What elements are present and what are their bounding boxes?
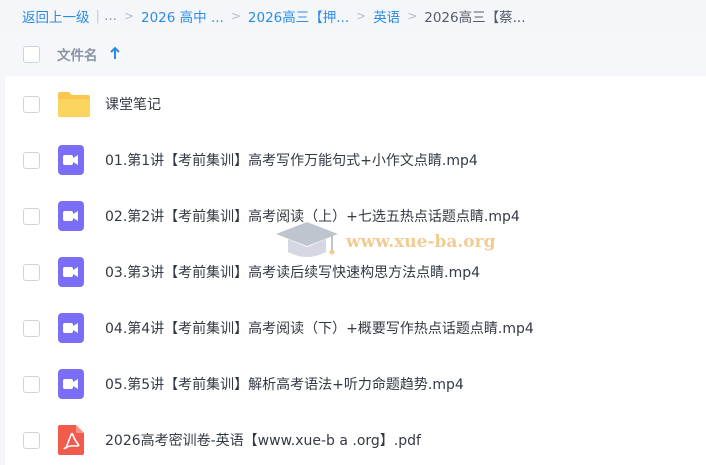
video-file-icon <box>58 145 84 175</box>
breadcrumb-back-link[interactable]: 返回上一级 <box>22 6 90 26</box>
list-item[interactable]: 04.第4讲【考前集训】高考阅读（下）+概要写作热点话题点睛.mp4 <box>5 300 706 356</box>
file-name[interactable]: 04.第4讲【考前集训】高考阅读（下）+概要写作热点话题点睛.mp4 <box>105 318 534 338</box>
file-name[interactable]: 课堂笔记 <box>105 94 161 114</box>
row-checkbox[interactable] <box>23 375 40 393</box>
list-item[interactable]: 01.第1讲【考前集训】高考写作万能句式+小作文点睛.mp4 <box>5 132 706 188</box>
file-list: 文件名 课堂笔记 01.第1讲【考前集训】高考写作万能句式+小作文点睛.mp4 <box>5 32 706 465</box>
breadcrumb-item[interactable]: 英语 <box>373 6 400 26</box>
row-checkbox[interactable] <box>23 263 40 281</box>
select-all-checkbox[interactable] <box>23 45 40 63</box>
row-checkbox[interactable] <box>23 431 40 449</box>
sort-ascending-icon[interactable] <box>109 46 121 62</box>
breadcrumb-item[interactable]: 2026高三【押... <box>248 6 349 26</box>
list-item[interactable]: 05.第5讲【考前集训】解析高考语法+听力命题趋势.mp4 <box>5 356 706 412</box>
list-item[interactable]: 02.第2讲【考前集训】高考阅读（上）+七选五热点话题点睛.mp4 <box>5 188 706 244</box>
chevron-right-icon: > <box>230 9 241 23</box>
video-file-icon <box>58 257 84 287</box>
row-checkbox[interactable] <box>23 95 40 113</box>
list-item[interactable]: 03.第3讲【考前集训】高考读后续写快速构思方法点睛.mp4 <box>5 244 706 300</box>
file-name[interactable]: 2026高考密训卷-英语【www.xue-b a .org】.pdf <box>105 430 421 450</box>
breadcrumb: 返回上一级 | ... > 2026 高中 ... > 2026高三【押... … <box>0 0 706 32</box>
breadcrumb-divider: | <box>95 8 101 24</box>
row-checkbox[interactable] <box>23 207 40 225</box>
chevron-right-icon: > <box>356 9 367 23</box>
column-header-filename[interactable]: 文件名 <box>57 44 98 64</box>
row-checkbox[interactable] <box>23 319 40 337</box>
breadcrumb-current: 2026高三【蔡... <box>424 10 526 26</box>
video-file-icon <box>58 201 84 231</box>
file-name[interactable]: 01.第1讲【考前集训】高考写作万能句式+小作文点睛.mp4 <box>105 150 478 170</box>
file-name[interactable]: 02.第2讲【考前集训】高考阅读（上）+七选五热点话题点睛.mp4 <box>105 206 520 226</box>
chevron-right-icon: > <box>407 9 418 23</box>
row-checkbox[interactable] <box>23 151 40 169</box>
file-name[interactable]: 03.第3讲【考前集训】高考读后续写快速构思方法点睛.mp4 <box>105 262 480 282</box>
breadcrumb-item[interactable]: 2026 高中 ... <box>141 6 224 26</box>
folder-icon <box>58 92 90 117</box>
list-item[interactable]: 2026高考密训卷-英语【www.xue-b a .org】.pdf <box>5 412 706 465</box>
file-name[interactable]: 05.第5讲【考前集训】解析高考语法+听力命题趋势.mp4 <box>105 374 464 394</box>
video-file-icon <box>58 369 84 399</box>
pdf-file-icon <box>58 425 84 455</box>
chevron-right-icon: > <box>123 9 134 23</box>
video-file-icon <box>58 313 84 343</box>
file-list-header: 文件名 <box>5 32 706 76</box>
breadcrumb-ellipsis[interactable]: ... <box>104 8 117 24</box>
list-item[interactable]: 课堂笔记 <box>5 76 706 132</box>
